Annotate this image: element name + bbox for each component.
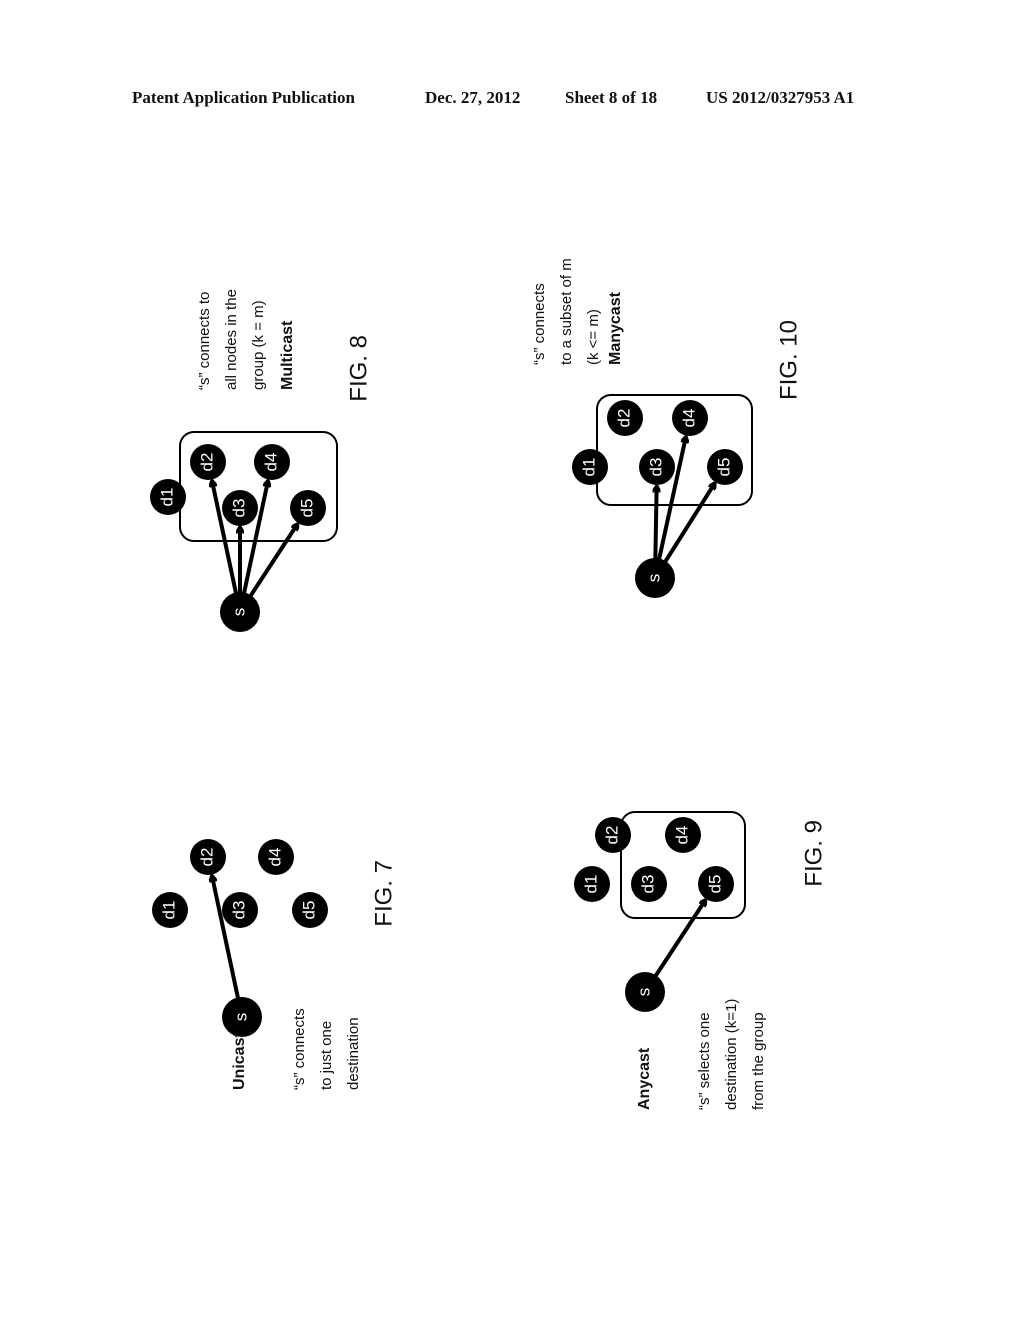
node-d3: d3	[222, 490, 258, 526]
node-d5: d5	[707, 449, 743, 485]
node-d1: d1	[574, 866, 610, 902]
node-d2: d2	[595, 817, 631, 853]
figure-title: Manycast	[607, 291, 624, 365]
figure-description-line: all nodes in the	[223, 289, 240, 390]
node-label: s	[231, 1013, 250, 1022]
figure-description-line: “s” connects	[531, 283, 548, 365]
node-label: d3	[646, 458, 665, 477]
figure-description-line: “s” selects one	[696, 1012, 713, 1110]
node-label: d5	[714, 458, 733, 477]
node-label: d1	[579, 458, 598, 477]
node-label: d4	[261, 453, 280, 472]
node-label: d2	[197, 848, 216, 867]
figure-description-line: destination (k=1)	[723, 999, 740, 1110]
node-label: d2	[602, 826, 621, 845]
node-label: d2	[614, 409, 633, 428]
node-s: s	[222, 997, 262, 1037]
node-d5: d5	[290, 490, 326, 526]
node-label: d4	[672, 826, 691, 845]
figure-caption: FIG. 9	[800, 820, 827, 887]
figure-title: Anycast	[636, 1047, 653, 1110]
node-label: d1	[159, 901, 178, 920]
figure-caption: FIG. 10	[775, 320, 802, 400]
figure-caption: FIG. 7	[370, 860, 397, 927]
figure-description-line: “s” connects	[291, 1008, 308, 1090]
figure-description-line: to a subset of m	[558, 258, 575, 365]
node-d2: d2	[190, 839, 226, 875]
figures-sheet: s d1 d2 d3 d4 d5 Unicast “s” connects to just on…	[150, 258, 827, 1110]
node-d2: d2	[607, 400, 643, 436]
node-d1: d1	[150, 479, 186, 515]
node-label: d4	[679, 409, 698, 428]
edge-s-d3	[655, 486, 656, 568]
figure-description-line: “s” connects to	[196, 292, 213, 390]
node-s: s	[635, 558, 675, 598]
node-d5: d5	[698, 866, 734, 902]
edge-s-d5	[649, 900, 706, 985]
node-label: d3	[638, 875, 657, 894]
figure-title: Unicast	[231, 1032, 248, 1090]
fig10-figure: s d1 d2 d3 d4 d5 Manycast “s” connects to a subs…	[531, 258, 802, 598]
node-label: d1	[581, 875, 600, 894]
node-d5: d5	[292, 892, 328, 928]
node-d4: d4	[254, 444, 290, 480]
node-d1: d1	[572, 449, 608, 485]
node-label: s	[229, 608, 248, 617]
node-label: d1	[157, 488, 176, 507]
node-d1: d1	[152, 892, 188, 928]
node-label: d2	[197, 453, 216, 472]
fig8-figure: s d1 d2 d3 d4 d5 Multicast “s” connects to all n…	[150, 289, 372, 632]
node-label: d3	[229, 499, 248, 518]
figure-description-line: (k <= m)	[585, 309, 602, 365]
node-d2: d2	[190, 444, 226, 480]
figure-description-line: to just one	[318, 1021, 335, 1090]
node-d4: d4	[672, 400, 708, 436]
node-d3: d3	[631, 866, 667, 902]
fig7-figure: s d1 d2 d3 d4 d5 Unicast “s” connects to just on…	[152, 839, 397, 1090]
figure-description-line: from the group	[750, 1012, 767, 1110]
node-s: s	[220, 592, 260, 632]
node-label: d4	[265, 848, 284, 867]
node-d4: d4	[665, 817, 701, 853]
node-d3: d3	[639, 449, 675, 485]
node-label: d5	[705, 875, 724, 894]
node-label: s	[644, 574, 663, 583]
node-s: s	[625, 972, 665, 1012]
node-label: d5	[299, 901, 318, 920]
fig9-figure: s d1 d2 d3 d4 d5 Anycast “s” selects one destina…	[574, 811, 827, 1110]
edge-s-d5	[659, 483, 715, 570]
node-d3: d3	[222, 892, 258, 928]
node-d4: d4	[258, 839, 294, 875]
figure-caption: FIG. 8	[345, 335, 372, 402]
edge-s-d5	[244, 524, 298, 605]
node-label: s	[634, 988, 653, 997]
node-label: d5	[297, 499, 316, 518]
figure-title: Multicast	[279, 320, 296, 390]
node-label: d3	[229, 901, 248, 920]
figure-description-line: group (k = m)	[250, 300, 267, 390]
figure-description-line: destination	[345, 1017, 362, 1090]
